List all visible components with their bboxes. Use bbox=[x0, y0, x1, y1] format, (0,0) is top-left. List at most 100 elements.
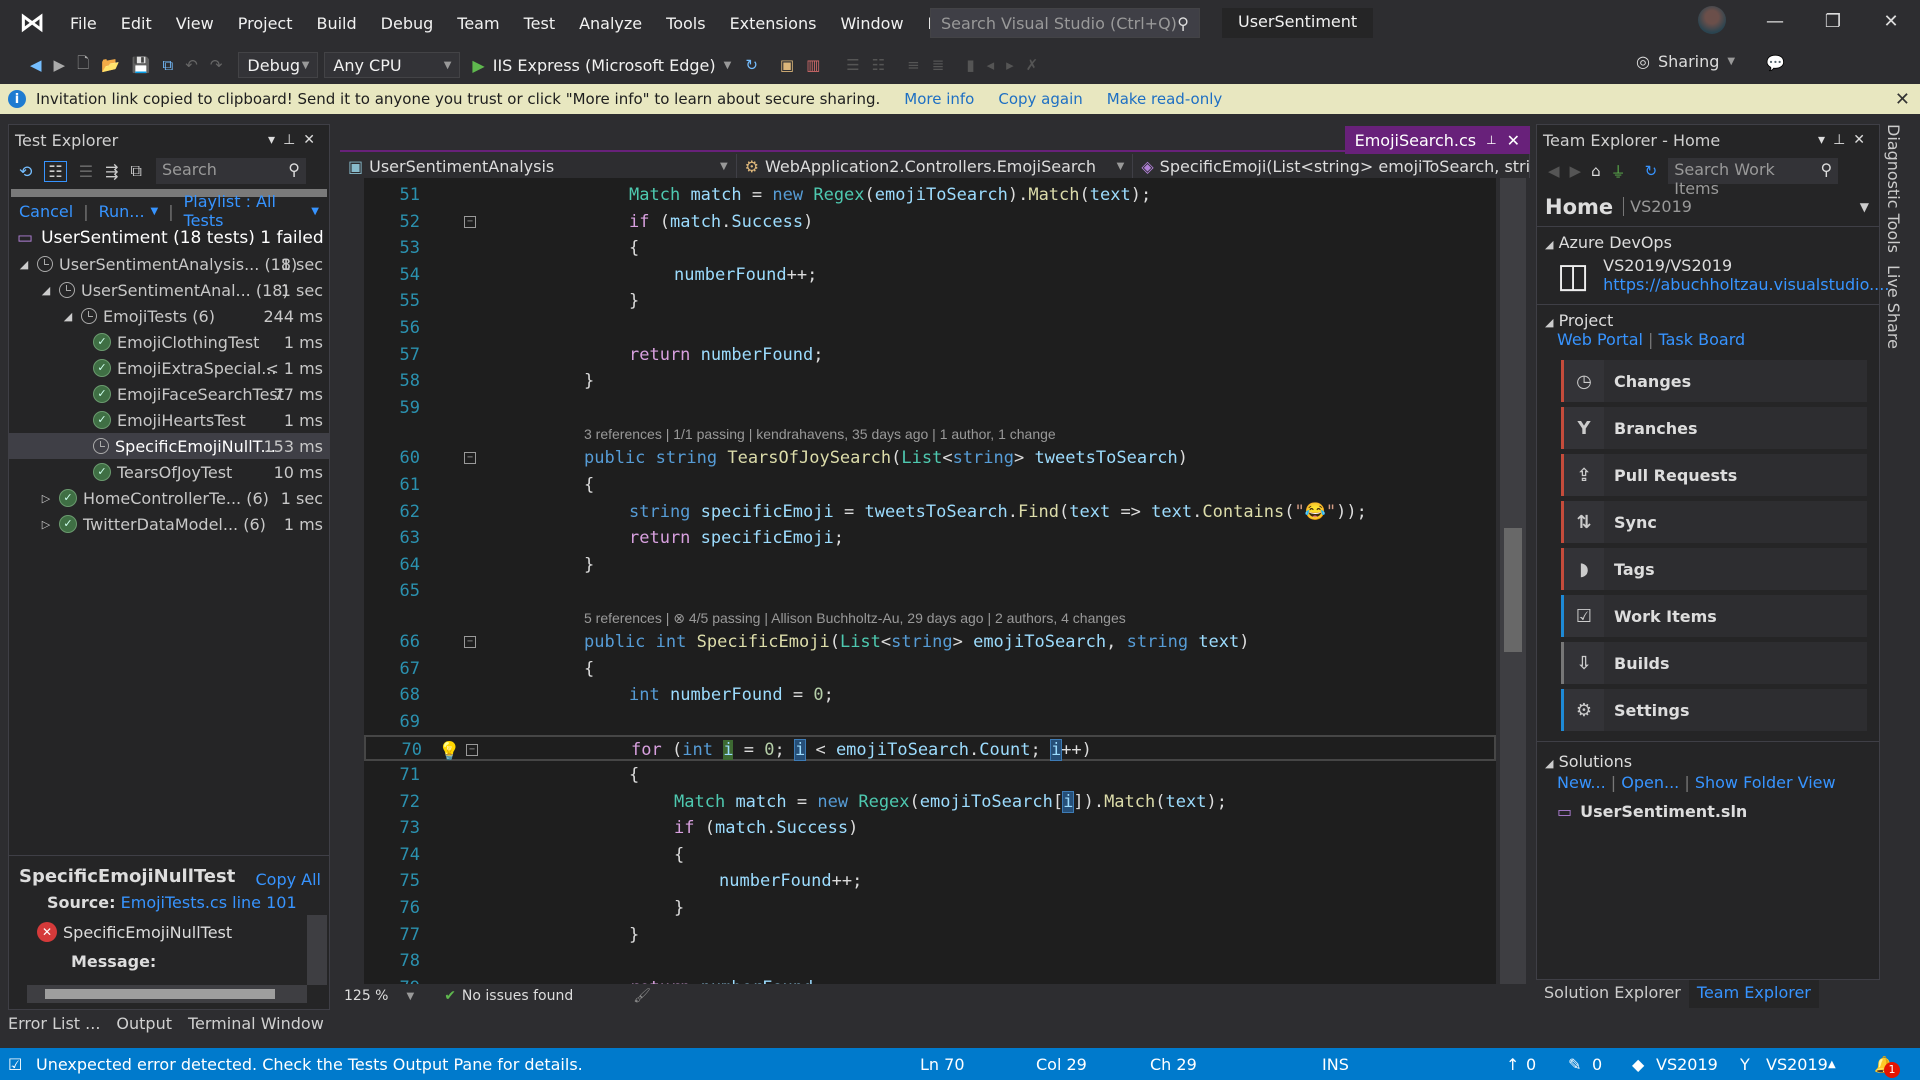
tab-error-list[interactable]: Error List ... bbox=[0, 1014, 108, 1040]
tab-diagnostic-tools[interactable]: Diagnostic Tools bbox=[1884, 124, 1903, 253]
menu-project[interactable]: Project bbox=[226, 14, 305, 33]
copy-again-link[interactable]: Copy again bbox=[998, 90, 1082, 108]
nav-work-items[interactable]: ☑ Work Items bbox=[1561, 595, 1867, 637]
changes-count[interactable]: 0 bbox=[1592, 1055, 1602, 1074]
indent-icon[interactable]: ☰ bbox=[846, 56, 859, 74]
detail-vertical-scrollbar[interactable] bbox=[307, 915, 327, 985]
nav-changes[interactable]: ◷ Changes bbox=[1561, 360, 1867, 402]
code-line[interactable]: 63 return specificEmoji; bbox=[364, 525, 1496, 551]
expand-icon[interactable]: ▷ bbox=[39, 518, 53, 531]
dropdown-icon[interactable]: ▾ bbox=[268, 132, 283, 148]
test-tree-item[interactable]: ◢ EmojiTests (6) 244 ms bbox=[9, 303, 329, 329]
test-tree-item[interactable]: ✓ TearsOfJoyTest 10 ms bbox=[9, 459, 329, 485]
source-link[interactable]: EmojiTests.cs line 101 bbox=[121, 893, 297, 912]
project-dropdown[interactable]: ▣ UserSentimentAnalysis ▼ bbox=[340, 154, 737, 178]
menu-test[interactable]: Test bbox=[512, 14, 568, 33]
pin-icon[interactable]: ⊥ bbox=[1833, 132, 1853, 148]
more-info-link[interactable]: More info bbox=[904, 90, 974, 108]
code-editor[interactable]: 51 Match match = new Regex(emojiToSearch)… bbox=[364, 178, 1496, 984]
collapse-all-icon[interactable]: ⧉ bbox=[131, 161, 142, 181]
type-dropdown[interactable]: ⚙ WebApplication2.Controllers.EmojiSearch… bbox=[737, 154, 1134, 178]
fold-icon[interactable]: − bbox=[464, 452, 476, 465]
run-tests-icon[interactable]: ⟲ bbox=[19, 162, 32, 181]
nav-sync[interactable]: ⇅ Sync bbox=[1561, 501, 1867, 543]
copy-all-link[interactable]: Copy All bbox=[255, 870, 321, 889]
code-line[interactable]: 54 numberFound++; bbox=[364, 262, 1496, 288]
code-line[interactable]: 79 return numberFound; bbox=[364, 975, 1496, 984]
code-line[interactable]: 67 { bbox=[364, 656, 1496, 682]
undo-icon[interactable]: ↶ bbox=[185, 56, 198, 74]
code-line[interactable]: 74 { bbox=[364, 842, 1496, 868]
platform-dropdown[interactable]: Any CPU ▼ bbox=[324, 52, 461, 78]
feedback-icon[interactable]: 💬 bbox=[1766, 54, 1785, 72]
tab-terminal-window[interactable]: Terminal Window bbox=[180, 1014, 332, 1040]
show-folder-view-link[interactable]: Show Folder View bbox=[1695, 773, 1836, 792]
uncomment-icon[interactable]: ≣ bbox=[932, 56, 945, 74]
browser-link-icon[interactable]: ▣ bbox=[780, 56, 794, 74]
code-line[interactable]: 77} bbox=[364, 922, 1496, 948]
code-line[interactable]: 75 numberFound++; bbox=[364, 868, 1496, 894]
test-tree-item[interactable]: ▷ ✓ HomeControllerTe... (6) 1 sec bbox=[9, 485, 329, 511]
menu-view[interactable]: View bbox=[164, 14, 226, 33]
nav-settings[interactable]: ⚙ Settings bbox=[1561, 689, 1867, 731]
forward-icon[interactable]: ▶ bbox=[1570, 162, 1582, 180]
nav-builds[interactable]: ⇩ Builds bbox=[1561, 642, 1867, 684]
nav-tags[interactable]: ◗ Tags bbox=[1561, 548, 1867, 590]
issues-status[interactable]: No issues found bbox=[462, 988, 573, 1004]
code-line[interactable]: 72 Match match = new Regex(emojiToSearch[… bbox=[364, 789, 1496, 815]
dropdown-icon[interactable]: ▾ bbox=[1818, 132, 1833, 148]
search-visual-studio-input[interactable]: Search Visual Studio (Ctrl+Q) ⚲ bbox=[930, 8, 1200, 38]
collapse-icon[interactable]: ◢ bbox=[61, 310, 75, 323]
comment-icon[interactable]: ≡ bbox=[907, 56, 920, 74]
chevron-down-icon[interactable]: ▼ bbox=[1860, 200, 1869, 214]
menu-team[interactable]: Team bbox=[445, 14, 511, 33]
tab-output[interactable]: Output bbox=[108, 1014, 180, 1040]
search-work-items-input[interactable]: Search Work Items ⚲ bbox=[1668, 158, 1839, 198]
repo-name[interactable]: VS2019 bbox=[1656, 1055, 1718, 1074]
menu-build[interactable]: Build bbox=[304, 14, 368, 33]
code-line[interactable]: 65 bbox=[364, 578, 1496, 604]
test-tree-item[interactable]: SpecificEmojiNullT... 153 ms bbox=[9, 433, 329, 459]
bookmark-icon[interactable]: ▮ bbox=[966, 56, 974, 74]
test-tree-item[interactable]: ✓ EmojiFaceSearchTest 77 ms bbox=[9, 381, 329, 407]
code-line[interactable]: 70 💡 − for (int i = 0; i < emojiToSearch.Co… bbox=[364, 735, 1496, 762]
next-bookmark-icon[interactable]: ▸ bbox=[1006, 56, 1014, 74]
branch-name[interactable]: VS2019 bbox=[1766, 1055, 1828, 1074]
code-line[interactable]: 55} bbox=[364, 288, 1496, 314]
menu-debug[interactable]: Debug bbox=[369, 14, 446, 33]
restore-button[interactable]: ❐ bbox=[1808, 4, 1858, 38]
prev-bookmark-icon[interactable]: ◂ bbox=[987, 56, 995, 74]
pin-icon[interactable]: ⊥ bbox=[283, 132, 303, 148]
close-icon[interactable]: ✕ bbox=[1853, 132, 1873, 148]
code-line[interactable]: 76} bbox=[364, 895, 1496, 921]
open-file-icon[interactable]: 📂 bbox=[101, 56, 120, 74]
menu-file[interactable]: File bbox=[58, 14, 109, 33]
tab-solution-explorer[interactable]: Solution Explorer bbox=[1536, 980, 1689, 1008]
code-line[interactable]: 73 if (match.Success) bbox=[364, 815, 1496, 841]
test-tree-item[interactable]: ◢ UserSentimentAnalysis... (18) 1 sec bbox=[9, 251, 329, 277]
forward-icon[interactable]: ▶ bbox=[54, 56, 66, 74]
branch-icon[interactable]: Y bbox=[1740, 1055, 1750, 1074]
menu-extensions[interactable]: Extensions bbox=[718, 14, 829, 33]
task-board-link[interactable]: Task Board bbox=[1659, 330, 1746, 349]
run-dropdown[interactable]: Run... bbox=[99, 202, 145, 221]
menu-edit[interactable]: Edit bbox=[109, 14, 164, 33]
start-debugging-button[interactable]: ▶ IIS Express (Microsoft Edge) ▼ bbox=[472, 56, 731, 75]
save-all-icon[interactable]: ⧉ bbox=[163, 56, 174, 74]
code-line[interactable]: 64} bbox=[364, 552, 1496, 578]
compare-icon[interactable]: ▥ bbox=[806, 56, 820, 74]
code-line[interactable]: 68 int numberFound = 0; bbox=[364, 682, 1496, 708]
cleanup-icon[interactable]: 🖌 bbox=[633, 988, 651, 1004]
hierarchy-icon[interactable]: ☰ bbox=[79, 162, 93, 181]
menu-window[interactable]: Window bbox=[828, 14, 915, 33]
code-line[interactable]: 69 bbox=[364, 709, 1496, 735]
code-line[interactable]: 78 bbox=[364, 948, 1496, 974]
push-icon[interactable]: ↑ bbox=[1506, 1055, 1519, 1074]
code-line[interactable]: 66 − public int SpecificEmoji(List<string>… bbox=[364, 629, 1496, 655]
fold-icon[interactable]: − bbox=[466, 744, 478, 757]
make-read-only-link[interactable]: Make read-only bbox=[1107, 90, 1222, 108]
editor-vertical-scrollbar[interactable] bbox=[1500, 178, 1526, 984]
repo-url-link[interactable]: https://abuchholtzau.visualstudio.... bbox=[1603, 275, 1889, 294]
pencil-icon[interactable]: ✎ bbox=[1568, 1055, 1581, 1074]
avatar[interactable] bbox=[1698, 6, 1726, 34]
